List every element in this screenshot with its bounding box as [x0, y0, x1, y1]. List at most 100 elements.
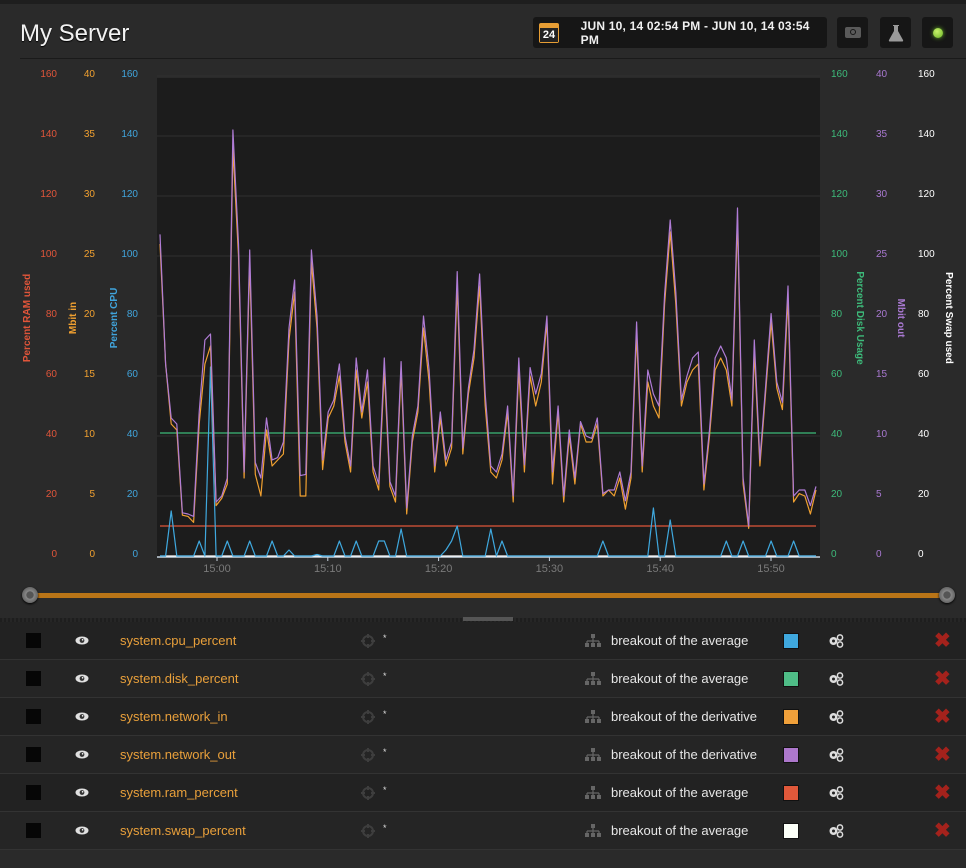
- y-axis-label-disk: Percent Disk Usage: [854, 271, 865, 365]
- crosshair-icon[interactable]: [361, 671, 375, 686]
- filter-value[interactable]: *: [383, 671, 387, 681]
- metric-row: system.ram_percent * breakout of the ave…: [0, 774, 966, 812]
- metric-name[interactable]: system.cpu_percent: [120, 633, 236, 648]
- crosshair-icon[interactable]: [361, 785, 375, 800]
- y-tick-disk: 120: [831, 189, 848, 200]
- series-color-swatch[interactable]: [783, 746, 799, 763]
- metric-name[interactable]: system.network_in: [120, 709, 228, 724]
- settings-gears-icon[interactable]: [828, 785, 844, 800]
- y-tick-disk: 20: [831, 489, 843, 500]
- metric-name[interactable]: system.swap_percent: [120, 823, 246, 838]
- y-tick-net_out: 25: [876, 249, 888, 260]
- y-tick-swap: 120: [918, 189, 935, 200]
- y-tick-net_out: 0: [876, 549, 882, 560]
- filter-value[interactable]: *: [383, 709, 387, 719]
- x-tick-label: 15:50: [757, 563, 785, 575]
- y-tick-net_out: 35: [876, 129, 888, 140]
- series-color-swatch[interactable]: [783, 632, 799, 649]
- remove-metric-icon[interactable]: ✖: [934, 821, 951, 841]
- y-tick-net_out: 5: [876, 489, 882, 500]
- filter-value[interactable]: *: [383, 747, 387, 757]
- settings-gears-icon[interactable]: [828, 633, 844, 648]
- aggregation-label[interactable]: breakout of the average: [611, 823, 748, 838]
- y-tick-cpu: 120: [121, 189, 138, 200]
- metric-row: system.disk_percent * breakout of the av…: [0, 660, 966, 698]
- select-checkbox[interactable]: [26, 633, 41, 648]
- y-tick-net_in: 35: [84, 129, 96, 140]
- y-tick-disk: 100: [831, 249, 848, 260]
- metric-name[interactable]: system.ram_percent: [120, 785, 238, 800]
- y-tick-ram: 0: [51, 549, 57, 560]
- y-tick-net_out: 10: [876, 429, 888, 440]
- y-tick-swap: 60: [918, 369, 930, 380]
- y-tick-ram: 140: [40, 129, 57, 140]
- x-tick-label: 15:40: [646, 563, 674, 575]
- metric-list: system.cpu_percent * breakout of the ave…: [0, 622, 966, 850]
- settings-gears-icon[interactable]: [828, 823, 844, 838]
- remove-metric-icon[interactable]: ✖: [934, 669, 951, 689]
- select-checkbox[interactable]: [26, 823, 41, 838]
- crosshair-icon[interactable]: [361, 823, 375, 838]
- range-end-handle[interactable]: [939, 587, 955, 603]
- crosshair-icon[interactable]: [361, 633, 375, 648]
- hierarchy-icon: [585, 671, 601, 685]
- series-color-swatch[interactable]: [783, 822, 799, 839]
- visibility-eye-icon[interactable]: [75, 750, 89, 759]
- crosshair-icon[interactable]: [361, 709, 375, 724]
- visibility-eye-icon[interactable]: [75, 788, 89, 797]
- series-color-swatch[interactable]: [783, 670, 799, 687]
- metric-name[interactable]: system.network_out: [120, 747, 236, 762]
- aggregation-label[interactable]: breakout of the average: [611, 785, 748, 800]
- y-tick-cpu: 60: [127, 369, 139, 380]
- visibility-eye-icon[interactable]: [75, 712, 89, 721]
- y-tick-swap: 140: [918, 129, 935, 140]
- y-tick-net_in: 25: [84, 249, 96, 260]
- metric-row: system.swap_percent * breakout of the av…: [0, 812, 966, 850]
- y-tick-net_in: 40: [84, 69, 96, 80]
- visibility-eye-icon[interactable]: [75, 636, 89, 645]
- y-tick-net_in: 20: [84, 309, 96, 320]
- y-tick-net_out: 30: [876, 189, 888, 200]
- metric-name[interactable]: system.disk_percent: [120, 671, 239, 686]
- x-tick-label: 15:00: [203, 563, 231, 575]
- visibility-eye-icon[interactable]: [75, 674, 89, 683]
- y-tick-cpu: 100: [121, 249, 138, 260]
- remove-metric-icon[interactable]: ✖: [934, 631, 951, 651]
- y-tick-swap: 40: [918, 429, 930, 440]
- select-checkbox[interactable]: [26, 709, 41, 724]
- y-tick-swap: 160: [918, 69, 935, 80]
- y-tick-swap: 100: [918, 249, 935, 260]
- x-tick-label: 15:30: [536, 563, 564, 575]
- aggregation-label[interactable]: breakout of the derivative: [611, 709, 757, 724]
- metric-row: system.network_in * breakout of the deri…: [0, 698, 966, 736]
- metric-row: system.cpu_percent * breakout of the ave…: [0, 622, 966, 660]
- filter-value[interactable]: *: [383, 823, 387, 833]
- remove-metric-icon[interactable]: ✖: [934, 707, 951, 727]
- y-tick-ram: 60: [46, 369, 58, 380]
- time-range-track[interactable]: [30, 593, 947, 598]
- range-start-handle[interactable]: [22, 587, 38, 603]
- filter-value[interactable]: *: [383, 785, 387, 795]
- visibility-eye-icon[interactable]: [75, 826, 89, 835]
- filter-value[interactable]: *: [383, 633, 387, 643]
- remove-metric-icon[interactable]: ✖: [934, 783, 951, 803]
- settings-gears-icon[interactable]: [828, 671, 844, 686]
- remove-metric-icon[interactable]: ✖: [934, 745, 951, 765]
- select-checkbox[interactable]: [26, 785, 41, 800]
- y-tick-disk: 0: [831, 549, 837, 560]
- aggregation-label[interactable]: breakout of the average: [611, 671, 748, 686]
- y-tick-net_out: 15: [876, 369, 888, 380]
- select-checkbox[interactable]: [26, 671, 41, 686]
- series-color-swatch[interactable]: [783, 784, 799, 801]
- resize-grip[interactable]: [463, 617, 513, 621]
- series-color-swatch[interactable]: [783, 708, 799, 725]
- hierarchy-icon: [585, 633, 601, 647]
- select-checkbox[interactable]: [26, 747, 41, 762]
- metrics-chart[interactable]: 020406080100120140160Percent RAM used051…: [0, 0, 966, 580]
- y-tick-swap: 20: [918, 489, 930, 500]
- settings-gears-icon[interactable]: [828, 747, 844, 762]
- aggregation-label[interactable]: breakout of the derivative: [611, 747, 757, 762]
- aggregation-label[interactable]: breakout of the average: [611, 633, 748, 648]
- settings-gears-icon[interactable]: [828, 709, 844, 724]
- crosshair-icon[interactable]: [361, 747, 375, 762]
